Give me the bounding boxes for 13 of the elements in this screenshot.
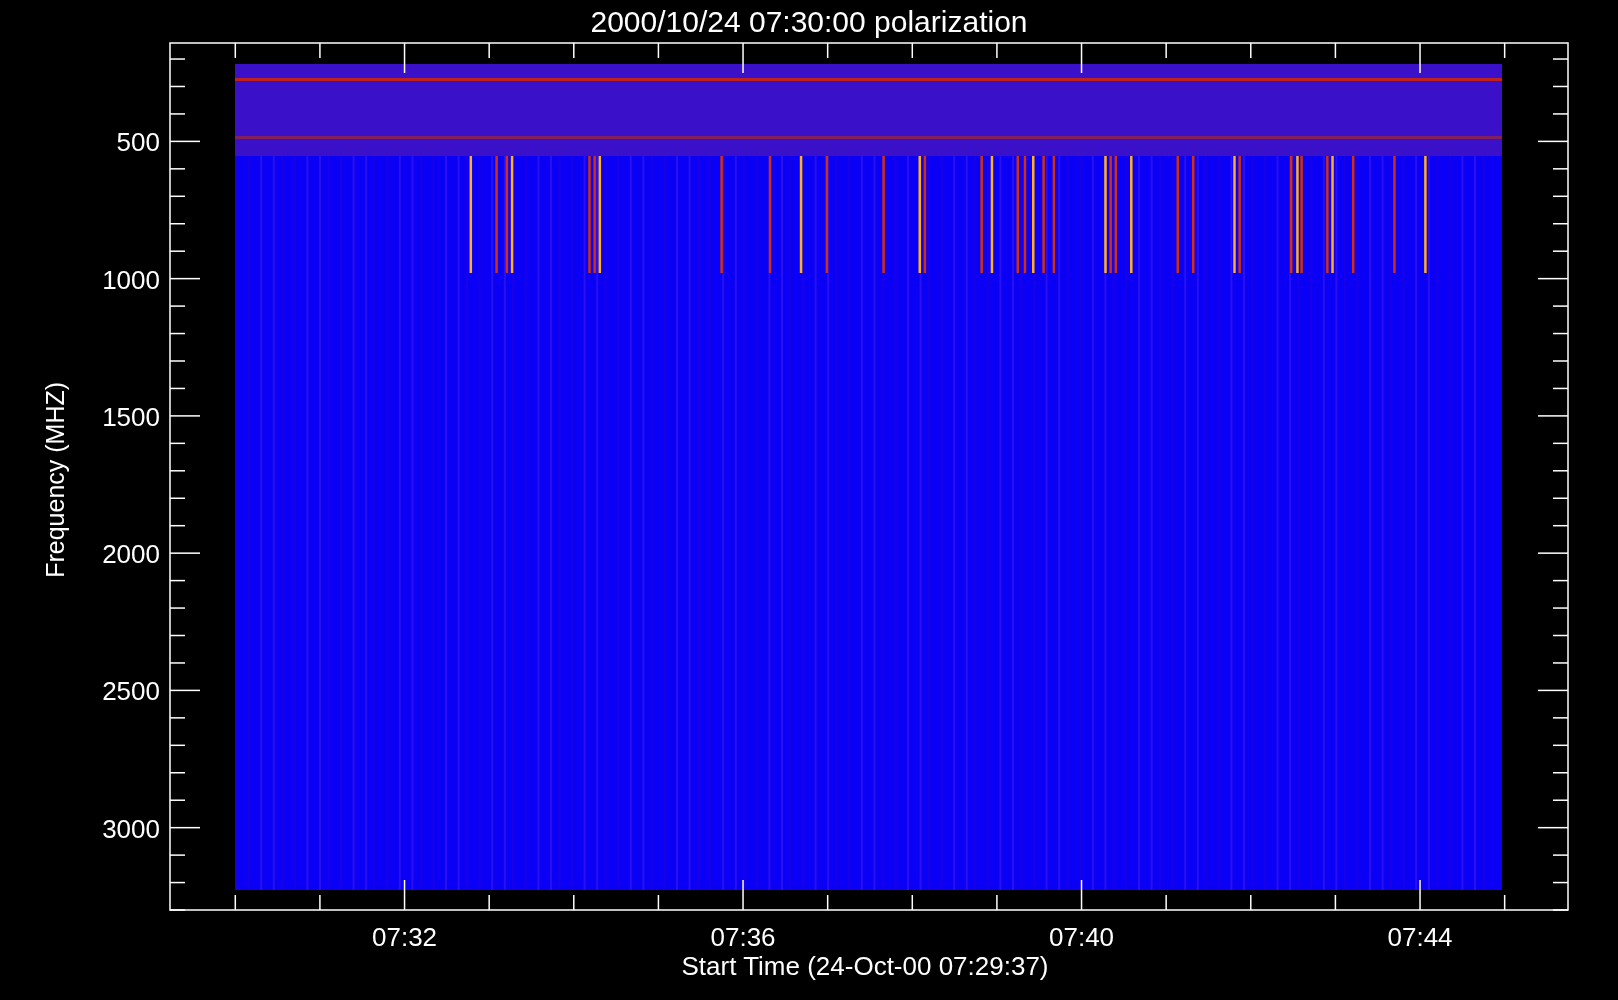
x-tick-label: 07:40 <box>1049 922 1115 952</box>
y-tick-label: 2500 <box>102 676 160 707</box>
y-tick-label: 1500 <box>102 401 160 432</box>
x-tick-label: 07:36 <box>710 922 776 952</box>
y-tick-label: 3000 <box>102 813 160 844</box>
x-axis-label: Start Time (24-Oct-00 07:29:37) <box>681 951 1049 981</box>
chart-title: 2000/10/24 07:30:00 polarization <box>590 5 1028 38</box>
y-tick-label: 500 <box>116 127 160 158</box>
x-tick-label: 07:32 <box>372 922 438 952</box>
y-axis-label: Frequency (MHZ) <box>41 381 69 578</box>
x-tick-label: 07:44 <box>1387 922 1453 952</box>
y-tick-label: 2000 <box>102 539 160 570</box>
y-tick-label: 1000 <box>102 264 160 295</box>
